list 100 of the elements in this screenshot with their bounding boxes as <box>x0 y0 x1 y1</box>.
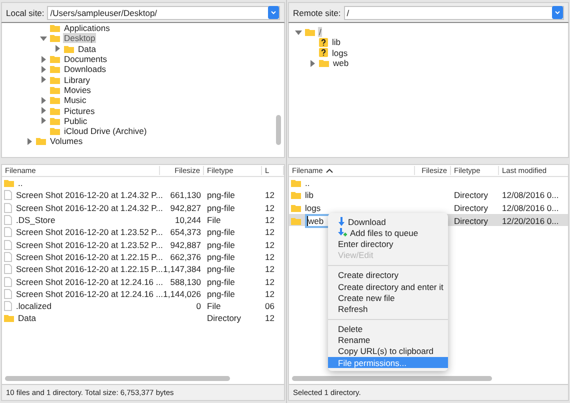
expander-arrow-icon[interactable] <box>26 138 33 145</box>
tree-item[interactable]: Applications <box>63 23 111 34</box>
expander-arrow-icon[interactable] <box>40 107 47 114</box>
menu-item[interactable]: Create new file <box>328 292 448 304</box>
menu-item[interactable]: Download <box>328 216 448 228</box>
question-mark-icon <box>319 48 328 58</box>
last-modified: 12 <box>264 288 276 299</box>
menu-item[interactable]: Rename <box>328 334 448 346</box>
tree-item[interactable]: Music <box>63 95 88 106</box>
tree-item[interactable]: Volumes <box>49 136 84 146</box>
scrollbar-thumb[interactable] <box>276 115 281 145</box>
file-name: lib <box>305 190 314 200</box>
menu-item[interactable]: Copy URL(s) to clipboard <box>328 346 448 358</box>
last-modified: 12/20/2016 0... <box>501 216 560 226</box>
tree-item[interactable]: Desktop <box>63 33 96 44</box>
menu-item[interactable]: Refresh <box>328 303 448 314</box>
last-modified: 12 <box>264 202 276 213</box>
down-arrow-icon <box>338 217 345 226</box>
last-modified: 12 <box>264 313 276 324</box>
last-modified: 06 <box>264 301 276 312</box>
menu-item[interactable]: Create directory <box>328 270 448 281</box>
menu-item[interactable]: Enter directory <box>328 238 448 250</box>
file-type: File <box>206 215 222 226</box>
tree-item[interactable]: Pictures <box>63 106 96 116</box>
file-type: png-file <box>206 227 236 238</box>
dropdown-icon[interactable] <box>552 6 563 19</box>
tree-item[interactable]: logs <box>331 48 349 58</box>
file-row[interactable]: .localized 0 File 06 <box>2 300 284 312</box>
file-icon <box>4 190 12 200</box>
site-path-combo[interactable]: /Users/sampleuser/Desktop/ <box>47 6 280 20</box>
file-row[interactable]: lib Directory 12/08/2016 0... <box>289 189 568 202</box>
file-row[interactable]: Screen Shot 2016-12-20 at 1.22.15 P... 662,376 png-file 12 <box>2 250 284 264</box>
file-icon <box>4 252 12 262</box>
expander-arrow-icon[interactable] <box>40 117 47 124</box>
tree-item[interactable]: Downloads <box>63 64 108 74</box>
folder-icon <box>319 59 329 68</box>
file-type: png-file <box>206 202 236 213</box>
file-name: Screen Shot 2016-12-20 at 1.24.32 P... <box>16 202 163 213</box>
file-row[interactable]: Screen Shot 2016-12-20 at 1.23.52 P... 942,887 png-file 12 <box>2 238 284 251</box>
scrollbar-thumb[interactable] <box>5 376 230 381</box>
file-row[interactable]: .. <box>289 177 568 190</box>
tree-item[interactable]: Movies <box>63 84 92 95</box>
tree-item[interactable]: lib <box>331 37 342 48</box>
file-row[interactable]: Screen Shot 2016-12-20 at 1.23.52 P... 654,373 png-file 12 <box>2 226 284 238</box>
file-name: Screen Shot 2016-12-20 at 1.22.15 P... <box>16 264 163 274</box>
tree-item[interactable]: / <box>318 27 322 38</box>
file-row[interactable]: .. <box>2 177 284 190</box>
file-row[interactable]: .DS_Store 10,244 File 12 <box>2 214 284 226</box>
expander-arrow-icon[interactable] <box>40 66 47 73</box>
expander-arrow-icon[interactable] <box>54 45 61 52</box>
file-row[interactable]: Screen Shot 2016-12-20 at 1.24.32 P... 661,130 png-file 12 <box>2 189 284 202</box>
tree-item[interactable]: Library <box>63 74 91 85</box>
site-label: Local site: <box>6 8 44 18</box>
folder-icon <box>305 28 315 36</box>
scrollbar-thumb[interactable] <box>292 376 492 381</box>
question-mark-icon <box>319 38 328 47</box>
last-modified: 12 <box>264 252 276 262</box>
expander-arrow-icon[interactable] <box>40 76 47 84</box>
last-modified: 12 <box>264 240 276 250</box>
file-row[interactable]: logs Directory 12/08/2016 0... <box>289 202 568 214</box>
menu-item[interactable]: Add files to queue <box>328 227 448 238</box>
file-icon <box>4 288 12 299</box>
file-name: Screen Shot 2016-12-20 at 1.23.52 P... <box>16 240 163 250</box>
file-name: Screen Shot 2016-12-20 at 1.24.32 P... <box>16 190 163 200</box>
folder-icon <box>4 314 14 322</box>
dropdown-icon[interactable] <box>268 6 279 19</box>
expander-arrow-icon[interactable] <box>40 34 47 42</box>
down-arrow-plus-icon <box>338 228 347 238</box>
tree-item[interactable]: Documents <box>63 54 108 64</box>
expander-arrow-icon[interactable] <box>40 56 47 63</box>
tree-item[interactable]: web <box>332 58 350 68</box>
site-path-combo[interactable]: / <box>344 6 564 20</box>
file-type: Directory <box>453 190 490 200</box>
file-row[interactable]: Screen Shot 2016-12-20 at 1.24.32 P... 942,827 png-file 12 <box>2 202 284 214</box>
expander-arrow-icon[interactable] <box>40 96 47 104</box>
site-label: Remote site: <box>293 8 341 18</box>
file-row[interactable]: Screen Shot 2016-12-20 at 12.24.16 ...1,144,026 png-file 12 <box>2 288 284 300</box>
file-type: Directory <box>453 202 490 213</box>
expander-arrow-icon[interactable] <box>295 28 302 36</box>
expander-arrow-icon[interactable] <box>309 60 316 67</box>
tree-item[interactable]: Data <box>77 44 97 54</box>
file-row[interactable]: Screen Shot 2016-12-20 at 12.24.16 ... 588,130 png-file 12 <box>2 275 284 288</box>
tree-item[interactable]: Public <box>63 116 88 126</box>
file-row[interactable]: Data Directory 12 <box>2 312 284 325</box>
tree-item[interactable]: iCloud Drive (Archive) <box>63 126 148 136</box>
file-name: Screen Shot 2016-12-20 at 1.22.15 P... <box>16 252 163 262</box>
menu-item[interactable]: Create directory and enter it <box>328 280 448 292</box>
file-row[interactable]: Screen Shot 2016-12-20 at 1.22.15 P...1,147,384 png-file 12 <box>2 263 284 276</box>
file-icon <box>4 240 12 250</box>
file-size: 588,130 <box>169 276 202 287</box>
file-icon <box>4 301 12 312</box>
file-size: 0 <box>195 301 202 312</box>
file-icon <box>4 202 12 213</box>
file-type: png-file <box>206 252 236 262</box>
file-type: File <box>206 301 222 312</box>
file-name: Screen Shot 2016-12-20 at 12.24.16 ... <box>16 288 163 299</box>
menu-item[interactable]: Delete <box>328 324 448 335</box>
file-type: png-file <box>206 264 236 274</box>
file-type: png-file <box>206 190 236 200</box>
last-modified: 12 <box>264 264 276 274</box>
